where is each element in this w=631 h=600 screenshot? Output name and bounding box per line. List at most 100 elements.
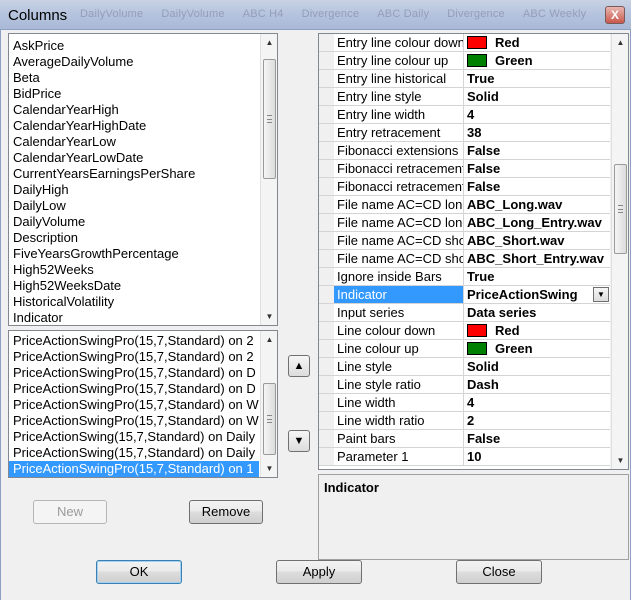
- property-name[interactable]: Line colour down: [334, 322, 464, 339]
- selected-column-item[interactable]: PriceActionSwing(15,7,Standard) on Daily: [9, 445, 259, 461]
- scroll-down-icon[interactable]: ▼: [261, 308, 277, 325]
- available-columns-scrollbar[interactable]: ▲ ▼: [260, 34, 277, 325]
- property-row[interactable]: Line style ratio Dash: [319, 376, 610, 394]
- window-close-button[interactable]: X: [605, 6, 625, 24]
- selected-columns-scrollbar[interactable]: ▲ ▼: [260, 331, 277, 477]
- property-row[interactable]: Entry line width 4: [319, 106, 610, 124]
- property-value[interactable]: PriceActionSwing ▼: [464, 286, 610, 303]
- property-row[interactable]: Fibonacci retracement False: [319, 160, 610, 178]
- property-name[interactable]: File name AC=CD long: [334, 196, 464, 213]
- property-value[interactable]: False: [464, 160, 610, 177]
- property-row[interactable]: File name AC=CD short ABC_Short_Entry.wav: [319, 250, 610, 268]
- title-bar[interactable]: DailyVolume DailyVolume ABC H4 Divergence AB…: [0, 0, 631, 30]
- property-row[interactable]: File name AC=CD long ABC_Long.wav: [319, 196, 610, 214]
- property-value[interactable]: 38: [464, 124, 610, 141]
- selected-column-item[interactable]: PriceActionSwingPro(15,7,Standard) on 2: [9, 349, 259, 365]
- remove-button[interactable]: Remove: [189, 500, 263, 524]
- property-value[interactable]: True: [464, 268, 610, 285]
- available-column-item[interactable]: CalendarYearLowDate: [9, 150, 259, 166]
- property-name[interactable]: Fibonacci extensions: [334, 142, 464, 159]
- property-value[interactable]: False: [464, 430, 610, 447]
- property-value[interactable]: Data series: [464, 304, 610, 321]
- available-column-item[interactable]: AverageDailyVolume: [9, 54, 259, 70]
- property-row[interactable]: File name AC=CD short ABC_Short.wav: [319, 232, 610, 250]
- available-column-item[interactable]: CurrentYearsEarningsPerShare: [9, 166, 259, 182]
- property-value[interactable]: 10: [464, 448, 610, 465]
- property-row[interactable]: Entry line colour up Green: [319, 52, 610, 70]
- available-column-item[interactable]: BidPrice: [9, 86, 259, 102]
- property-row[interactable]: Entry line style Solid: [319, 88, 610, 106]
- property-name[interactable]: Fibonacci retracement: [334, 178, 464, 195]
- available-column-item[interactable]: Description: [9, 230, 259, 246]
- scroll-down-icon[interactable]: ▼: [612, 452, 628, 469]
- scroll-down-icon[interactable]: ▼: [261, 460, 277, 477]
- property-name[interactable]: Line style: [334, 358, 464, 375]
- property-row[interactable]: Entry line colour down Red: [319, 34, 610, 52]
- property-row[interactable]: Line colour down Red: [319, 322, 610, 340]
- scroll-up-icon[interactable]: ▲: [261, 34, 277, 51]
- property-row[interactable]: Line style Solid: [319, 358, 610, 376]
- property-value[interactable]: 4: [464, 394, 610, 411]
- property-name[interactable]: Line width: [334, 394, 464, 411]
- selected-columns-list[interactable]: PriceActionSwingPro(15,7,Standard) on 2P…: [8, 330, 278, 478]
- property-row[interactable]: Indicator PriceActionSwing ▼: [319, 286, 610, 304]
- ok-button[interactable]: OK: [96, 560, 182, 584]
- property-row[interactable]: Parameter 1 10: [319, 448, 610, 466]
- selected-column-item[interactable]: PriceActionSwingPro(15,7,Standard) on 1: [9, 461, 259, 477]
- available-column-item[interactable]: High52WeeksDate: [9, 278, 259, 294]
- scrollbar-thumb[interactable]: [263, 59, 276, 179]
- available-column-item[interactable]: Indicator: [9, 310, 259, 325]
- close-button[interactable]: Close: [456, 560, 542, 584]
- scroll-up-icon[interactable]: ▲: [612, 34, 628, 51]
- property-name[interactable]: Entry line width: [334, 106, 464, 123]
- property-value[interactable]: False: [464, 142, 610, 159]
- property-row[interactable]: File name AC=CD long ABC_Long_Entry.wav: [319, 214, 610, 232]
- new-button[interactable]: New: [33, 500, 107, 524]
- available-column-item[interactable]: HistoricalVolatility: [9, 294, 259, 310]
- property-row[interactable]: Line colour up Green: [319, 340, 610, 358]
- property-name[interactable]: File name AC=CD short: [334, 250, 464, 267]
- property-name[interactable]: Line colour up: [334, 340, 464, 357]
- property-name[interactable]: Line style ratio: [334, 376, 464, 393]
- property-value[interactable]: 2: [464, 412, 610, 429]
- property-value[interactable]: Red: [464, 34, 610, 51]
- scroll-up-icon[interactable]: ▲: [261, 331, 277, 348]
- property-name[interactable]: Entry line style: [334, 88, 464, 105]
- scrollbar-thumb[interactable]: [263, 383, 276, 455]
- apply-button[interactable]: Apply: [276, 560, 362, 584]
- property-row[interactable]: Input series Data series: [319, 304, 610, 322]
- available-column-item[interactable]: DailyLow: [9, 198, 259, 214]
- available-column-item[interactable]: DailyVolume: [9, 214, 259, 230]
- selected-column-item[interactable]: PriceActionSwingPro(15,7,Standard) on D: [9, 365, 259, 381]
- property-name[interactable]: Indicator: [334, 286, 464, 303]
- property-row[interactable]: Entry retracement 38: [319, 124, 610, 142]
- dropdown-arrow-icon[interactable]: ▼: [593, 287, 609, 302]
- available-column-item[interactable]: High52Weeks: [9, 262, 259, 278]
- selected-column-item[interactable]: PriceActionSwingPro(15,7,Standard) on 2: [9, 333, 259, 349]
- property-name[interactable]: File name AC=CD long: [334, 214, 464, 231]
- property-row[interactable]: Fibonacci extensions False: [319, 142, 610, 160]
- property-value[interactable]: Solid: [464, 88, 610, 105]
- property-name[interactable]: File name AC=CD short: [334, 232, 464, 249]
- property-value[interactable]: 4: [464, 106, 610, 123]
- property-name[interactable]: Entry retracement: [334, 124, 464, 141]
- property-name[interactable]: Entry line colour down: [334, 34, 464, 51]
- property-value[interactable]: Green: [464, 340, 610, 357]
- property-grid[interactable]: Entry line colour down Red Entry line colo…: [318, 33, 629, 470]
- property-row[interactable]: Entry line historical True: [319, 70, 610, 88]
- property-row[interactable]: Line width ratio 2: [319, 412, 610, 430]
- property-name[interactable]: Entry line colour up: [334, 52, 464, 69]
- available-column-item[interactable]: CalendarYearHigh: [9, 102, 259, 118]
- property-row[interactable]: Line width 4: [319, 394, 610, 412]
- available-column-item[interactable]: FiveYearsGrowthPercentage: [9, 246, 259, 262]
- property-value[interactable]: ABC_Long_Entry.wav: [464, 214, 610, 231]
- property-name[interactable]: Entry line historical: [334, 70, 464, 87]
- available-column-item[interactable]: Beta: [9, 70, 259, 86]
- property-name[interactable]: Parameter 1: [334, 448, 464, 465]
- property-row[interactable]: Paint bars False: [319, 430, 610, 448]
- property-name[interactable]: Paint bars: [334, 430, 464, 447]
- property-value[interactable]: ABC_Long.wav: [464, 196, 610, 213]
- property-value[interactable]: ABC_Short_Entry.wav: [464, 250, 610, 267]
- available-column-item[interactable]: AskPrice: [9, 38, 259, 54]
- property-value[interactable]: True: [464, 70, 610, 87]
